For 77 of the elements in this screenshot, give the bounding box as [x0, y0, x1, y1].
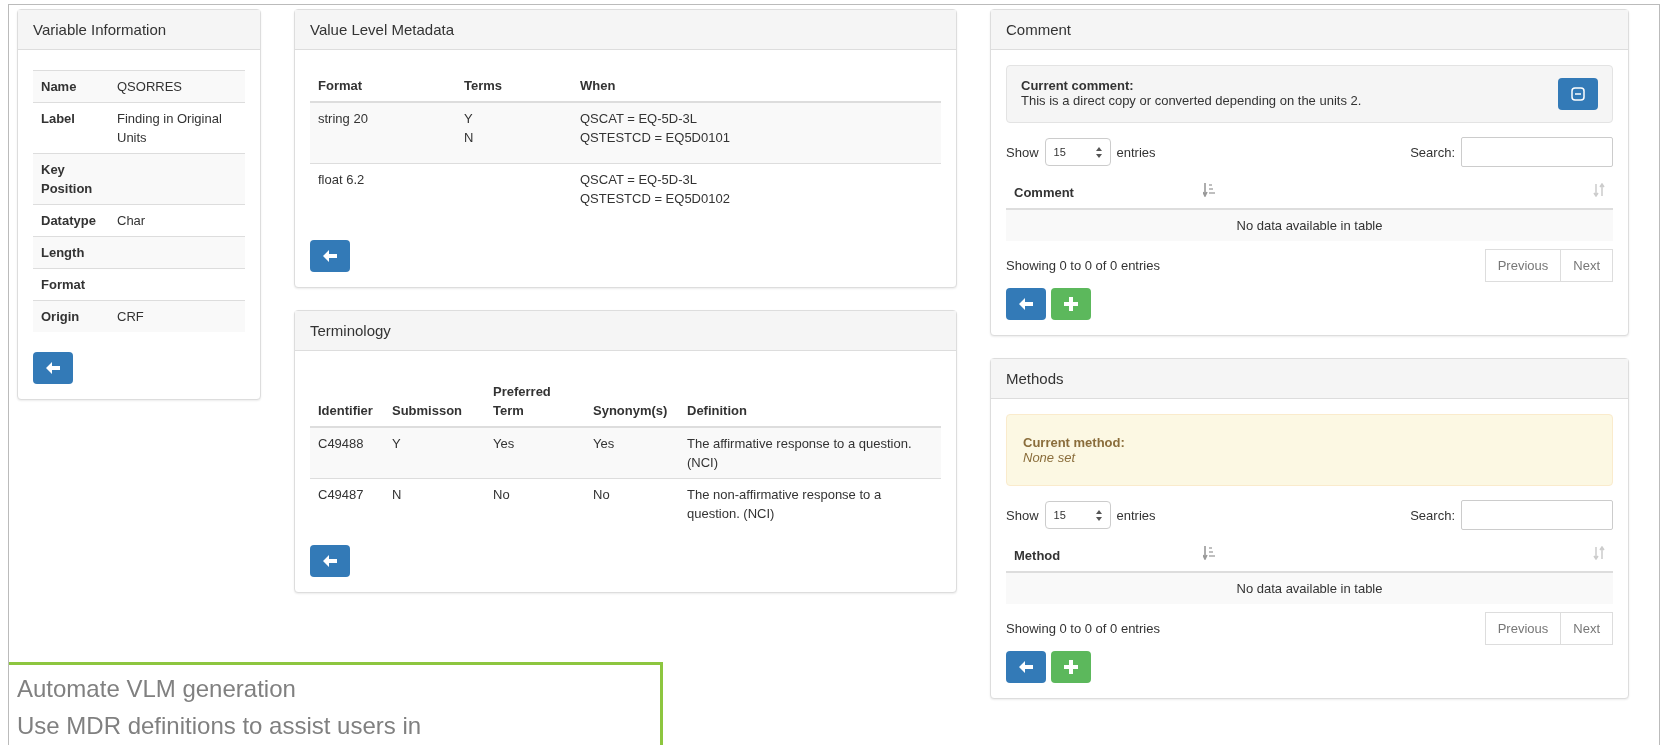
add-button[interactable]: [1051, 651, 1091, 683]
table-cell-text: QSTESTCD = EQ5D0101: [580, 129, 731, 147]
column-header[interactable]: Method: [1014, 546, 1061, 565]
minus-square-icon: [1571, 87, 1585, 101]
arrow-left-icon: [323, 250, 337, 262]
sort-icon: [1593, 183, 1605, 197]
table-cell: Y: [384, 427, 485, 479]
search-label: Search:: [1410, 144, 1455, 160]
search-field[interactable]: [1461, 137, 1613, 167]
comment-label: Current comment:: [1021, 78, 1135, 93]
plus-icon: [1064, 660, 1078, 674]
search-label: Search:: [1410, 507, 1455, 523]
sort-icon: [1593, 546, 1605, 560]
field-label: Origin: [33, 300, 109, 332]
entries-label: entries: [1116, 144, 1156, 160]
updown-icon: [1095, 509, 1102, 521]
back-button[interactable]: [310, 240, 350, 272]
back-button[interactable]: [1006, 651, 1046, 683]
back-button[interactable]: [1006, 288, 1046, 320]
pager-button[interactable]: Previous: [1484, 249, 1562, 282]
table-cell-text: N: [464, 129, 475, 147]
arrow-left-icon: [1019, 661, 1033, 673]
show-label: Show: [1006, 507, 1039, 523]
add-button[interactable]: [1051, 288, 1091, 320]
sort-descending-icon: [1203, 546, 1216, 560]
table-cell: N: [384, 478, 485, 529]
comment-text: This is a direct copy or converted depending on the units 2.: [1021, 93, 1362, 108]
back-button[interactable]: [310, 545, 350, 577]
table-cell-text: QSTESTCD = EQ5D0102: [580, 190, 731, 208]
table-cell: string 20: [310, 102, 456, 164]
table-cell: C49488: [310, 427, 384, 479]
table-cell-text: QSCAT = EQ-5D-3L: [580, 110, 698, 128]
field-label: Length: [33, 236, 109, 269]
table-cell: C49487: [310, 478, 384, 529]
page-size-select[interactable]: 15: [1044, 501, 1111, 529]
column-header[interactable]: Comment: [1014, 183, 1074, 202]
show-label: Show: [1006, 144, 1039, 160]
callout-text: Use MDR definitions to assist users in: [17, 711, 423, 741]
empty-message: No data available in table: [1006, 209, 1613, 241]
table-cell: No: [485, 478, 585, 529]
panel-title: Comment: [991, 10, 1628, 50]
arrow-left-icon: [46, 362, 60, 374]
table-cell-text: Y: [464, 110, 474, 128]
method-text: None set: [1023, 450, 1076, 465]
entries-info: Showing 0 to 0 of 0 entries: [1006, 258, 1160, 273]
panel-title: Variable Information: [18, 10, 260, 50]
pager-button[interactable]: Next: [1561, 612, 1613, 645]
entries-info: Showing 0 to 0 of 0 entries: [1006, 621, 1160, 636]
table-cell: The affirmative response to a question. (NCI): [679, 427, 941, 479]
field-value: QSORRES: [109, 70, 245, 103]
updown-icon: [1095, 146, 1102, 158]
empty-message: No data available in table: [1006, 572, 1613, 604]
arrow-left-icon: [1019, 298, 1033, 310]
table-cell: Yes: [485, 427, 585, 479]
field-label: Key Position: [33, 153, 109, 205]
panel-title: Value Level Metadata: [295, 10, 956, 50]
back-button[interactable]: [33, 352, 73, 384]
arrow-left-icon: [323, 555, 337, 567]
plus-icon: [1064, 297, 1078, 311]
field-label: Name: [33, 70, 109, 103]
panel-title: Terminology: [295, 311, 956, 351]
search-field[interactable]: [1461, 500, 1613, 530]
collapse-button[interactable]: [1558, 78, 1598, 110]
callout-text: Automate VLM generation: [17, 674, 297, 704]
entries-label: entries: [1116, 507, 1156, 523]
page-size-select[interactable]: 15: [1044, 138, 1111, 166]
pager-button[interactable]: Previous: [1484, 612, 1562, 645]
sort-descending-icon: [1203, 183, 1216, 197]
table-cell: float 6.2: [310, 163, 456, 224]
pager-button[interactable]: Next: [1561, 249, 1613, 282]
table-cell: No: [585, 478, 679, 529]
table-cell: The non-affirmative response to a question. (NCI): [679, 478, 941, 529]
field-value: CRF: [109, 300, 245, 332]
panel-title: Methods: [991, 359, 1628, 399]
table-cell: Yes: [585, 427, 679, 479]
method-label: Current method:: [1023, 435, 1125, 450]
table-cell-text: QSCAT = EQ-5D-3L: [580, 171, 698, 189]
